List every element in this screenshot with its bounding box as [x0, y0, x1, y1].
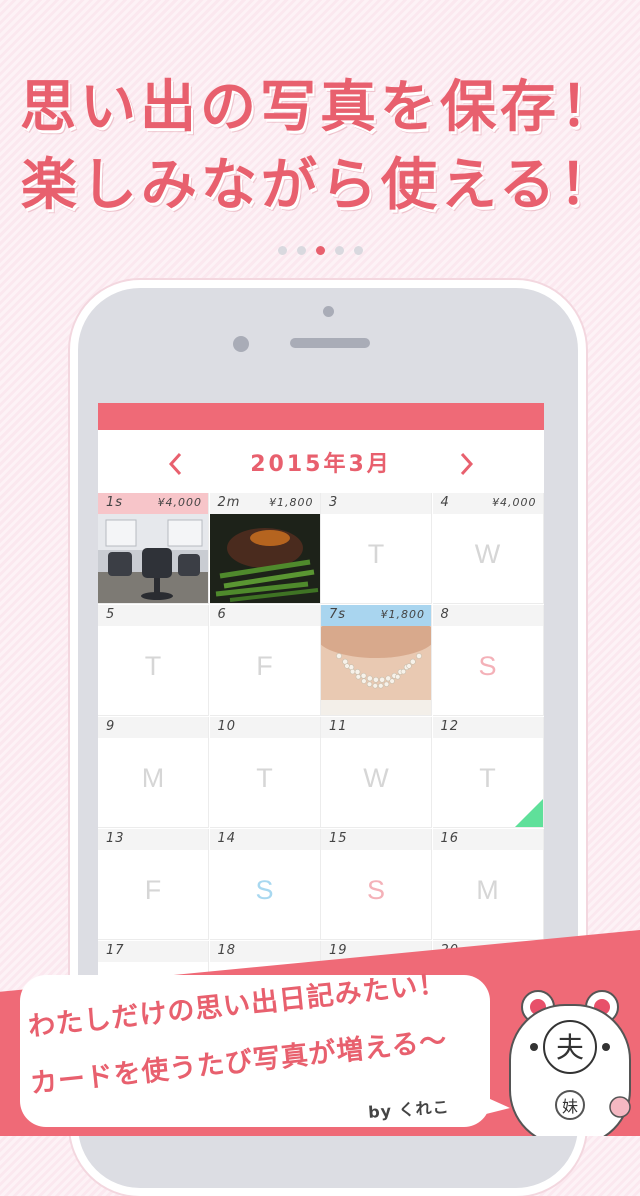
- calendar-day-cell[interactable]: 5T: [98, 605, 209, 716]
- day-number: 1s: [106, 495, 124, 510]
- calendar-day-cell[interactable]: 11 W: [321, 717, 432, 828]
- day-number: 4: [440, 495, 450, 510]
- day-number: 7s: [329, 607, 347, 622]
- day-number: 5: [106, 607, 116, 622]
- salon-photo[interactable]: [98, 514, 209, 604]
- mascot-face-glyph: 夫: [556, 1031, 584, 1064]
- day-number: 6: [217, 607, 227, 622]
- day-header: 16: [432, 829, 543, 850]
- day-header: 5: [98, 605, 208, 626]
- day-number: 8: [440, 607, 450, 622]
- pearl-necklace-photo[interactable]: [321, 626, 432, 716]
- day-weekday-letter: S: [366, 875, 385, 905]
- calendar-day-cell[interactable]: 2m ¥1,800: [209, 493, 321, 604]
- steak-photo[interactable]: [209, 514, 321, 604]
- day-header: 14: [209, 829, 320, 850]
- day-number: 18: [217, 943, 237, 958]
- green-corner-marker: [514, 799, 543, 827]
- day-number: 10: [217, 719, 237, 734]
- day-header: 3: [321, 493, 431, 514]
- chevron-right-icon: [460, 452, 474, 476]
- page-dot[interactable]: [353, 246, 363, 255]
- day-number: 15: [329, 831, 348, 846]
- day-weekday-letter: F: [144, 875, 162, 905]
- day-weekday-letter: T: [367, 539, 385, 569]
- day-header: 18: [209, 941, 320, 962]
- phone-speaker: [290, 338, 370, 348]
- day-number: 17: [106, 943, 125, 958]
- day-header: 9: [98, 717, 208, 738]
- calendar-day-cell[interactable]: 15 S: [321, 829, 432, 940]
- calendar-day-cell[interactable]: 7s ¥1,800: [321, 605, 432, 716]
- calendar-day-cell[interactable]: 14 S: [209, 829, 321, 940]
- day-weekday-letter: M: [141, 763, 165, 793]
- page-dot[interactable]: [277, 246, 287, 255]
- day-number: 12: [440, 719, 460, 734]
- page-dot[interactable]: [296, 246, 306, 255]
- day-weekday-letter: T: [144, 651, 162, 681]
- headline-line-2: 楽しみながら使える！: [20, 153, 620, 218]
- calendar-day-cell[interactable]: 13 F: [98, 829, 209, 940]
- calendar-day-cell[interactable]: 9M: [98, 717, 209, 828]
- day-weekday-letter: W: [474, 539, 501, 569]
- day-weekday-letter: T: [256, 763, 273, 793]
- day-amount: ¥1,800: [380, 608, 425, 621]
- day-weekday-letter: W: [363, 763, 389, 793]
- day-number: 2m: [217, 495, 241, 510]
- day-header: 15: [321, 829, 431, 850]
- mascot-label: 妹: [562, 1097, 578, 1116]
- day-number: 9: [106, 719, 116, 734]
- calendar-day-cell[interactable]: 12 T: [432, 717, 544, 828]
- day-number: 13: [106, 831, 125, 846]
- day-weekday-letter: S: [255, 875, 274, 905]
- day-header: 2m ¥1,800: [209, 493, 320, 514]
- page-dot-active[interactable]: [315, 246, 325, 255]
- calendar-day-cell[interactable]: 3T: [321, 493, 432, 604]
- day-header: 17: [98, 941, 208, 962]
- day-header: 8: [432, 605, 543, 626]
- day-header: 7s ¥1,800: [321, 605, 431, 626]
- prev-month-button[interactable]: [156, 444, 196, 484]
- month-title: 2015年3月: [250, 452, 392, 477]
- day-weekday-letter: S: [478, 651, 497, 681]
- day-header: 12: [432, 717, 543, 738]
- chevron-left-icon: [168, 452, 182, 476]
- page-dot[interactable]: [334, 246, 344, 255]
- day-amount: ¥4,000: [492, 496, 537, 509]
- calendar-day-cell[interactable]: 8S: [432, 605, 544, 716]
- day-amount: ¥1,800: [269, 496, 314, 509]
- page-indicator: [0, 240, 640, 259]
- app-top-bar: [98, 403, 544, 430]
- next-month-button[interactable]: [446, 444, 486, 484]
- day-number: 16: [440, 831, 460, 846]
- month-navigation: 2015年3月: [98, 430, 544, 495]
- calendar-day-cell[interactable]: 10 T: [209, 717, 321, 828]
- day-header: 11: [321, 717, 431, 738]
- day-header: 10: [209, 717, 320, 738]
- day-header: 13: [98, 829, 208, 850]
- day-number: 14: [217, 831, 237, 846]
- calendar-day-cell[interactable]: 4 ¥4,000 W: [432, 493, 544, 604]
- calendar-day-cell[interactable]: 1s ¥4,000: [98, 493, 209, 604]
- app-screen: 2015年3月 1s ¥4,000 2m ¥1,800 3 T 4 ¥4,000 W 5 T 6 F 7s…: [98, 403, 544, 1023]
- bear-mascot-icon: 夫 妹: [509, 990, 631, 1136]
- day-header: 1s ¥4,000: [98, 493, 208, 514]
- day-header: 6: [209, 605, 320, 626]
- day-weekday-letter: F: [256, 651, 273, 681]
- headline-line-1: 思い出の写真を保存！: [20, 75, 620, 140]
- day-number: 19: [329, 943, 348, 958]
- calendar-day-cell[interactable]: 16 M: [432, 829, 544, 940]
- phone-camera: [233, 336, 249, 352]
- day-weekday-letter: M: [476, 875, 499, 905]
- day-number: 3: [329, 495, 339, 510]
- day-amount: ¥4,000: [157, 496, 202, 509]
- day-header: 4 ¥4,000: [432, 493, 543, 514]
- phone-sensor: [323, 306, 334, 317]
- day-number: 11: [329, 719, 348, 734]
- calendar-day-cell[interactable]: 6F: [209, 605, 321, 716]
- day-weekday-letter: T: [479, 763, 496, 793]
